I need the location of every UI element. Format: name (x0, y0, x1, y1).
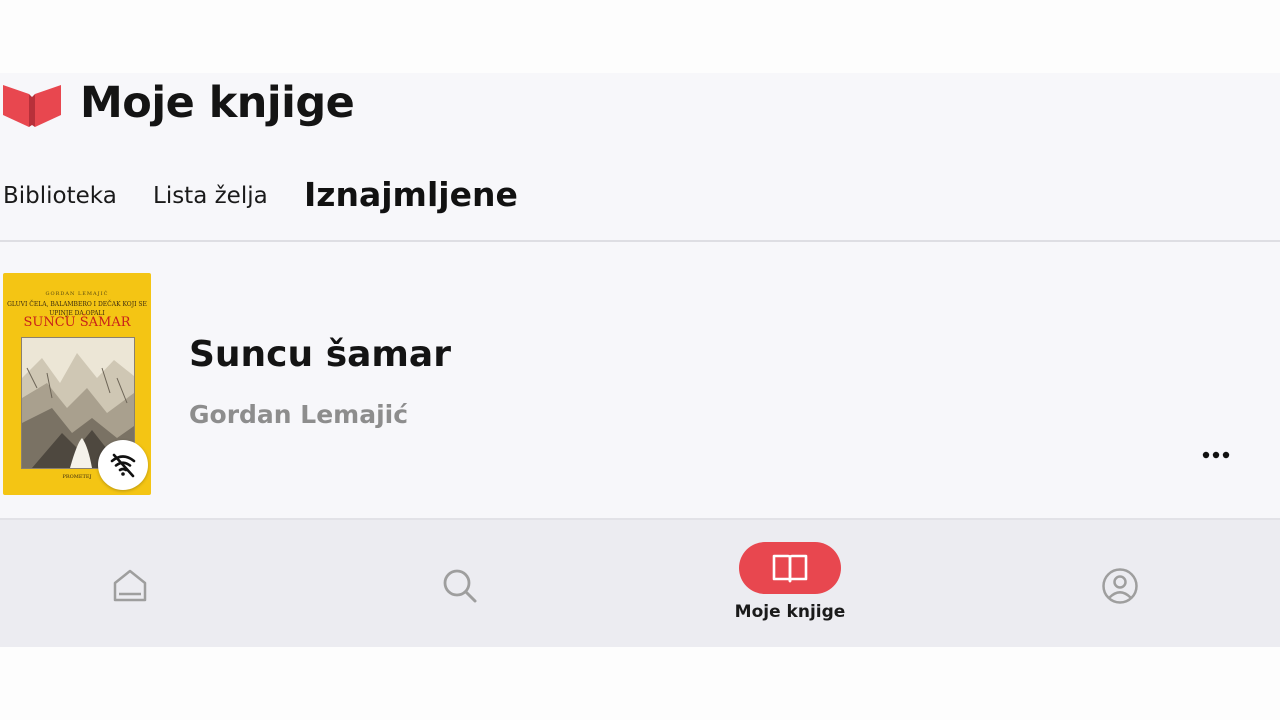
nav-item-home[interactable] (30, 520, 230, 647)
book-cover[interactable]: GORDAN LEMAJIĆ GLUVI ČELA, BALAMBERO I D… (3, 273, 151, 495)
page-title: Moje knjige (80, 78, 355, 128)
book-title[interactable]: Suncu šamar (189, 334, 451, 375)
nav-item-search[interactable] (360, 520, 560, 647)
user-circle-icon (1102, 568, 1138, 604)
app-header: Moje knjige (0, 73, 1280, 133)
nav-item-profile[interactable] (1020, 520, 1220, 647)
more-horizontal-icon (1202, 451, 1230, 459)
nav-label-my-books: Moje knjige (734, 602, 846, 622)
more-options-button[interactable] (1196, 440, 1236, 470)
tab-wishlist[interactable]: Lista želja (153, 183, 268, 209)
nav-item-my-books[interactable]: Moje knjige (690, 520, 890, 647)
cover-author-text: GORDAN LEMAJIĆ (45, 291, 109, 297)
offline-badge (98, 440, 148, 490)
book-list-item[interactable]: GORDAN LEMAJIĆ GLUVI ČELA, BALAMBERO I D… (0, 242, 1280, 518)
book-open-icon (772, 554, 808, 583)
tab-borrowed[interactable]: Iznajmljene (304, 175, 518, 214)
tab-library[interactable]: Biblioteka (3, 183, 117, 209)
book-author: Gordan Lemajić (189, 400, 409, 429)
bottom-navigation: Moje knjige (0, 520, 1280, 647)
open-book-logo-icon (3, 85, 61, 127)
my-books-screen: Moje knjige Biblioteka Lista želja Iznaj… (0, 73, 1280, 647)
search-icon (443, 569, 477, 603)
active-indicator-pill (739, 542, 841, 594)
home-icon (113, 569, 147, 602)
wifi-off-icon (110, 453, 136, 478)
cover-title-text: SUNCU ŠAMAR (23, 315, 131, 330)
